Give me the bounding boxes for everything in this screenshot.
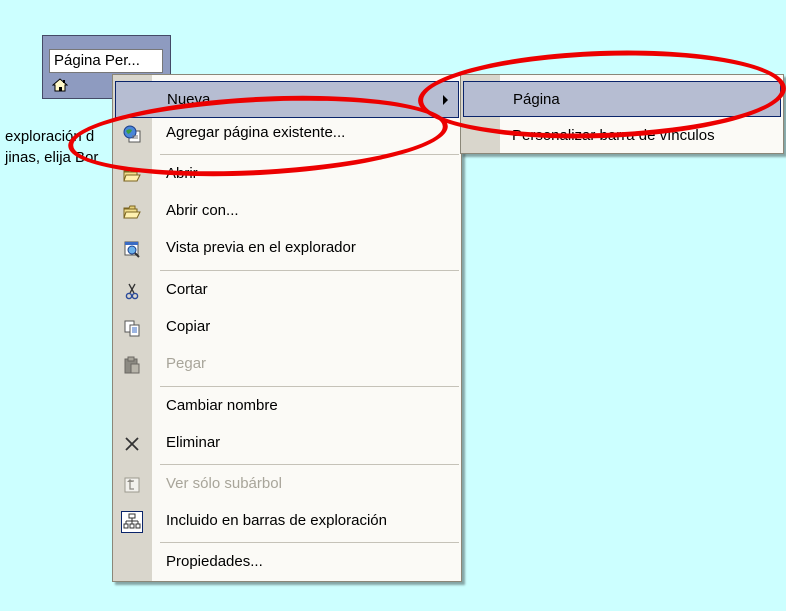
menu-item-label: Propiedades... (166, 553, 263, 570)
menu-separator (160, 542, 459, 543)
menu-item-vista-previa[interactable]: Vista previa en el explorador (113, 230, 461, 267)
menu-separator (160, 386, 459, 387)
menu-item-propiedades[interactable]: Propiedades... (113, 544, 461, 581)
paste-icon (123, 356, 141, 374)
page-node-title: Página Per... (49, 49, 163, 73)
menu-item-label: Cortar (166, 281, 208, 298)
menu-separator (160, 270, 459, 271)
menu-item-label: Ver sólo subárbol (166, 475, 282, 492)
browser-preview-icon (123, 240, 141, 258)
menu-item-ver-solo-subarbol[interactable]: Ver sólo subárbol (113, 466, 461, 503)
home-icon (51, 78, 69, 92)
scissors-icon (123, 282, 141, 300)
menu-item-cambiar-nombre[interactable]: Cambiar nombre (113, 388, 461, 425)
menu-item-label: Incluido en barras de exploración (166, 512, 387, 529)
menu-item-eliminar[interactable]: Eliminar (113, 425, 461, 462)
menu-item-cortar[interactable]: Cortar (113, 272, 461, 309)
menu-item-incluido-en-barras[interactable]: Incluido en barras de exploración (113, 503, 461, 540)
copy-icon (123, 319, 141, 337)
menu-separator (160, 464, 459, 465)
frontpage-navigation-view: exploración d jinas, elija Bor Página Pe… (0, 0, 786, 611)
menu-item-label: Vista previa en el explorador (166, 239, 356, 256)
menu-item-abrir-con[interactable]: Abrir con... (113, 193, 461, 230)
subtree-icon (123, 476, 141, 494)
menu-item-label: Eliminar (166, 434, 221, 451)
open-folder-icon (123, 203, 141, 221)
menu-item-label: Pegar (166, 355, 207, 372)
menu-item-label: Cambiar nombre (166, 397, 278, 414)
delete-x-icon (123, 435, 141, 453)
hierarchy-icon (121, 511, 143, 533)
menu-item-pegar[interactable]: Pegar (113, 346, 461, 383)
menu-item-copiar[interactable]: Copiar (113, 309, 461, 346)
menu-item-label: Abrir con... (166, 202, 239, 219)
menu-item-label: Copiar (166, 318, 211, 335)
